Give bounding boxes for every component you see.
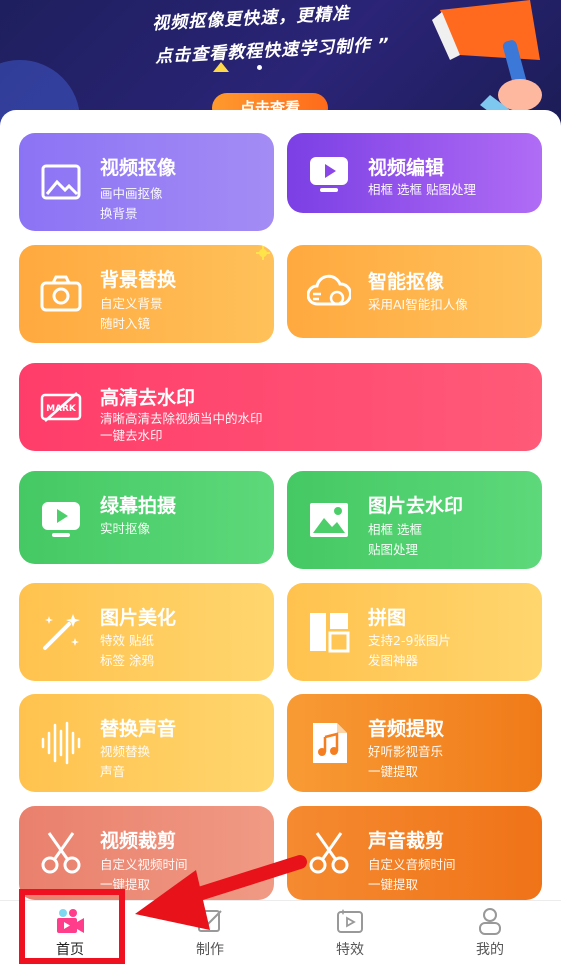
sound-wave-icon <box>41 721 81 765</box>
magic-wand-icon <box>43 614 80 650</box>
sparkle-icon <box>256 246 270 260</box>
card-video-cutout[interactable]: 视频抠像 画中画抠像 换背景 <box>19 133 274 231</box>
dot-decoration-icon <box>257 65 262 70</box>
card-subtitle: 随时入镜 <box>100 316 151 331</box>
card-subtitle: 发图神器 <box>368 653 419 668</box>
card-subtitle: 一键提取 <box>368 877 419 892</box>
card-subtitle: 标签 涂鸦 <box>100 653 154 668</box>
card-title: 视频裁剪 <box>100 830 177 852</box>
edit-icon <box>198 910 222 932</box>
image-frame-icon <box>41 164 81 200</box>
card-subtitle: 一键去水印 <box>100 428 163 443</box>
card-subtitle: 贴图处理 <box>368 542 419 557</box>
card-subtitle: 画中画抠像 <box>100 186 163 201</box>
ai-cloud-icon <box>307 274 351 305</box>
card-subtitle: 视频替换 <box>100 744 151 759</box>
card-title: 替换声音 <box>100 718 177 740</box>
card-ai-cutout[interactable]: 智能抠像 采用AI智能扣人像 <box>287 245 542 338</box>
card-title: 背景替换 <box>100 269 177 291</box>
card-image-watermark-remove[interactable]: 图片去水印 相框 选框 贴图处理 <box>287 471 542 569</box>
video-play-icon <box>42 501 80 537</box>
card-subtitle: 换背景 <box>100 206 138 221</box>
tab-effects[interactable]: 特效 <box>280 901 420 965</box>
mark-remove-icon: MARK <box>40 392 82 422</box>
banner-subline: 点击查看教程快速学习制作 ” <box>154 34 391 68</box>
card-title: 智能抠像 <box>368 271 445 293</box>
card-title: 绿幕拍摄 <box>100 495 177 517</box>
music-file-icon <box>313 723 347 763</box>
video-play-icon <box>310 157 348 192</box>
card-subtitle: 特效 贴纸 <box>100 633 154 648</box>
card-title: 图片美化 <box>100 607 177 629</box>
card-subtitle: 自定义音频时间 <box>368 857 456 872</box>
effects-icon <box>337 909 363 933</box>
card-title: 视频编辑 <box>368 157 445 179</box>
card-title: 音频提取 <box>368 718 445 740</box>
card-title: 拼图 <box>368 607 407 629</box>
card-subtitle: 一键提取 <box>368 764 419 779</box>
banner-headline: 视频抠像更快速，更精准 <box>151 3 351 35</box>
megaphone-icon <box>432 0 542 120</box>
card-collage[interactable]: 拼图 支持2-9张图片 发图神器 <box>287 583 542 681</box>
card-subtitle: 相框 选框 <box>368 522 422 537</box>
card-audio-extract[interactable]: 音频提取 好听影视音乐 一键提取 <box>287 694 542 792</box>
tab-label: 我的 <box>476 942 504 958</box>
card-green-screen[interactable]: 绿幕拍摄 实时抠像 <box>19 471 274 564</box>
card-title: 图片去水印 <box>368 495 464 517</box>
scissors-icon <box>41 832 81 874</box>
camera-icon <box>40 275 82 312</box>
card-sound-trim[interactable]: 声音裁剪 自定义音频时间 一键提取 <box>287 806 542 900</box>
card-hd-watermark-remove[interactable]: MARK 高清去水印 清晰高清去除视频当中的水印 一键去水印 <box>19 363 542 451</box>
card-subtitle: 自定义视频时间 <box>100 857 188 872</box>
triangle-decoration-icon <box>213 62 229 72</box>
card-subtitle: 相框 选框 贴图处理 <box>368 182 476 197</box>
card-background-replace[interactable]: 背景替换 自定义背景 随时入镜 <box>19 245 274 343</box>
card-title: 视频抠像 <box>100 157 177 179</box>
scissors-icon <box>309 832 349 874</box>
card-subtitle: 实时抠像 <box>100 521 151 536</box>
collage-icon <box>310 613 350 653</box>
card-subtitle: 好听影视音乐 <box>368 744 444 759</box>
card-title: 声音裁剪 <box>368 830 445 852</box>
profile-icon <box>479 908 501 935</box>
tab-profile[interactable]: 我的 <box>420 901 560 965</box>
tab-label: 制作 <box>196 942 224 958</box>
tab-create[interactable]: 制作 <box>140 901 280 965</box>
card-subtitle: 声音 <box>100 764 126 779</box>
card-subtitle: 支持2-9张图片 <box>368 633 451 648</box>
card-replace-sound[interactable]: 替换声音 视频替换 声音 <box>19 694 274 792</box>
card-video-edit[interactable]: 视频编辑 相框 选框 贴图处理 <box>287 133 542 213</box>
picture-icon <box>310 503 348 537</box>
card-image-beautify[interactable]: 图片美化 特效 贴纸 标签 涂鸦 <box>19 583 274 681</box>
card-title: 高清去水印 <box>100 387 196 409</box>
tab-label: 特效 <box>336 942 364 958</box>
card-video-trim[interactable]: 视频裁剪 自定义视频时间 一键提取 <box>19 806 274 900</box>
highlight-box <box>19 889 125 964</box>
card-subtitle: 自定义背景 <box>100 296 163 311</box>
card-subtitle: 采用AI智能扣人像 <box>368 297 468 312</box>
